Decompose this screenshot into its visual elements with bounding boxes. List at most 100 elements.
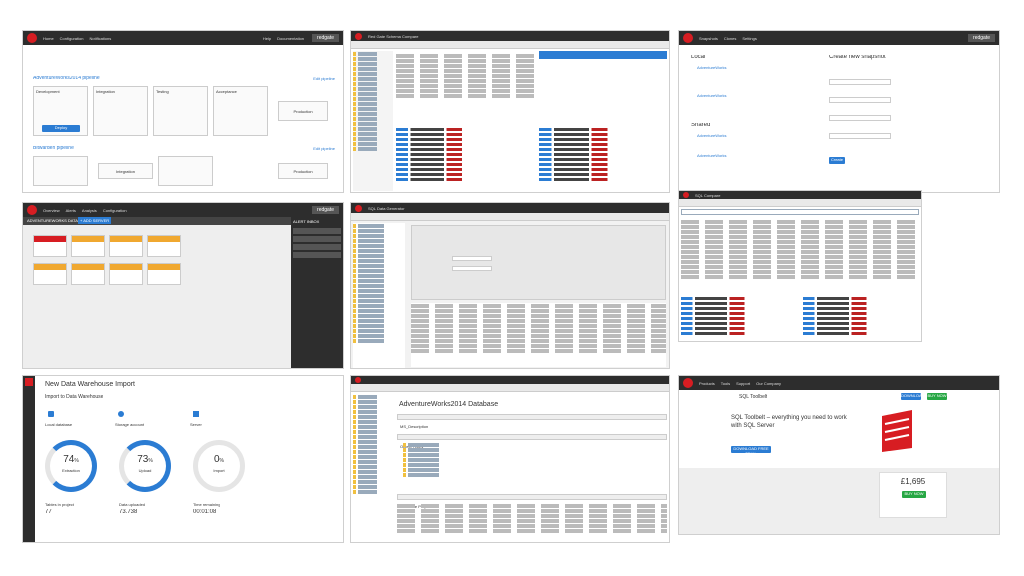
server-card-warning[interactable] bbox=[71, 263, 105, 285]
pipeline1-edit-link[interactable]: Edit pipeline bbox=[313, 76, 335, 81]
pipeline1-stage-acceptance[interactable]: Acceptance bbox=[213, 86, 268, 136]
snapshot-item[interactable]: AdventureWorks bbox=[697, 65, 727, 70]
source-server-select[interactable] bbox=[829, 79, 891, 85]
free-trial-button[interactable]: DOWNLOAD FREE TRIAL bbox=[731, 446, 771, 456]
download-button[interactable]: DOWNLOAD bbox=[901, 393, 925, 400]
section-header[interactable]: Object Types bbox=[397, 434, 667, 449]
tile3-brand: redgate bbox=[968, 34, 995, 42]
snapshot-item[interactable]: AdventureWorks bbox=[697, 93, 727, 98]
deploy-button[interactable]: Deploy bbox=[42, 125, 80, 132]
tile6-filter-input[interactable] bbox=[681, 209, 919, 215]
server-card-warning[interactable] bbox=[33, 263, 67, 285]
pipeline1-stage-integration[interactable]: Integration bbox=[93, 86, 148, 136]
tile9-topbar: Products Tools Support Our Company bbox=[679, 376, 999, 390]
tile1-nav-configuration[interactable]: Configuration bbox=[60, 36, 84, 41]
tile6-script-left bbox=[681, 295, 796, 339]
create-snapshot-button[interactable]: Create bbox=[829, 157, 845, 164]
tile1-docs-link[interactable]: Documentation bbox=[277, 36, 304, 41]
tile4-nav-overview[interactable]: Overview bbox=[43, 208, 60, 213]
database-select[interactable] bbox=[829, 97, 891, 103]
server-card-warning[interactable] bbox=[147, 235, 181, 257]
tagline: SQL Toolbelt – everything you need to wo… bbox=[731, 414, 847, 430]
extraction-value: 74% bbox=[63, 454, 79, 465]
pipeline1-stage-testing[interactable]: Testing bbox=[153, 86, 208, 136]
tile5-title: SQL Data Generator bbox=[368, 205, 405, 211]
redgate-logo-icon bbox=[25, 378, 33, 386]
server-card-warning[interactable] bbox=[109, 235, 143, 257]
stage-label: Production bbox=[293, 169, 313, 174]
pipeline1-title[interactable]: AdventureWorks2014 pipeline bbox=[33, 76, 100, 81]
redgate-logo-icon bbox=[27, 205, 37, 215]
setting-input[interactable] bbox=[452, 266, 492, 271]
alert-item[interactable] bbox=[293, 236, 341, 242]
upload-label: Upload bbox=[138, 468, 152, 473]
section-header[interactable]: MS_Description bbox=[397, 414, 667, 429]
snapshot-item[interactable]: AdventureWorks bbox=[697, 153, 727, 158]
snapshot-item[interactable]: AdventureWorks bbox=[697, 133, 727, 138]
pipeline2-edit-link[interactable]: Edit pipeline bbox=[313, 146, 335, 151]
tile4-nav-configuration[interactable]: Configuration bbox=[103, 208, 127, 213]
setting-input[interactable] bbox=[452, 256, 492, 261]
section-header[interactable]: Database Properties bbox=[397, 494, 667, 509]
destination-select[interactable] bbox=[829, 115, 891, 121]
tile4-filter-bar: ADVENTUREWORKS DATABASES (6) + ADD SERVE… bbox=[23, 217, 293, 225]
step-storage-account: Storage account bbox=[115, 422, 145, 427]
tile2-results-grid[interactable] bbox=[396, 53, 536, 113]
server-card-critical[interactable] bbox=[33, 235, 67, 257]
buy-now-top-button[interactable]: BUY NOW bbox=[927, 393, 947, 400]
tile9-nav-company[interactable]: Our Company bbox=[756, 381, 781, 386]
tile3-topbar: Snapshots Clones Settings redgate bbox=[679, 31, 999, 45]
tile5-preview-grid[interactable] bbox=[411, 303, 666, 367]
tile5-table-list[interactable] bbox=[353, 223, 405, 368]
tile8-titlebar bbox=[351, 376, 669, 384]
tile9-nav-products[interactable]: Products bbox=[699, 381, 715, 386]
tagline-line2: with SQL Server bbox=[731, 423, 775, 429]
tile3-nav-snapshots[interactable]: Snapshots bbox=[699, 36, 718, 41]
pipeline1-stage-production[interactable]: Production bbox=[278, 101, 328, 121]
tile8-doc-tree[interactable] bbox=[353, 394, 393, 542]
tile1-nav-home[interactable]: Home bbox=[43, 36, 54, 41]
tile3-nav-settings[interactable]: Settings bbox=[742, 36, 756, 41]
stage-label: Integration bbox=[96, 89, 115, 94]
add-server-button[interactable]: + ADD SERVER bbox=[78, 217, 112, 224]
tile4-nav-alerts[interactable]: Alerts bbox=[66, 208, 76, 213]
redgate-logo-icon bbox=[683, 192, 689, 198]
local-heading: Local bbox=[691, 55, 706, 60]
import-progress-ring bbox=[193, 440, 245, 492]
tile9-nav-tools[interactable]: Tools bbox=[721, 381, 730, 386]
pipeline2-stage-development[interactable] bbox=[33, 156, 88, 186]
tile1-nav-notifications[interactable]: Notifications bbox=[89, 36, 111, 41]
tile1-help-link[interactable]: Help bbox=[263, 36, 271, 41]
tile5-toolbar bbox=[351, 213, 669, 221]
pipeline2-title[interactable]: Bitwarden pipeline bbox=[33, 146, 74, 151]
uploaded-label: Data uploaded bbox=[119, 502, 146, 507]
tile4-nav-analysis[interactable]: Analysis bbox=[82, 208, 97, 213]
alert-item[interactable] bbox=[293, 252, 341, 258]
buy-now-button[interactable]: BUY NOW bbox=[902, 491, 926, 498]
alert-item[interactable] bbox=[293, 228, 341, 234]
stage-label: Acceptance bbox=[216, 89, 237, 94]
tile-sql-doc: AdventureWorks2014 Database MS_Descripti… bbox=[350, 375, 670, 543]
server-card-warning[interactable] bbox=[109, 263, 143, 285]
snapshot-name-input[interactable] bbox=[829, 133, 891, 139]
tables-value: 77 bbox=[45, 509, 52, 515]
pipeline2-stage-testing[interactable] bbox=[158, 156, 213, 186]
section-label: MS_Description bbox=[400, 424, 429, 429]
pipeline2-stage-production[interactable]: Production bbox=[278, 163, 328, 179]
tile9-nav-support[interactable]: Support bbox=[736, 381, 750, 386]
tile7-subtitle: Import to Data Warehouse bbox=[45, 394, 104, 400]
alert-item[interactable] bbox=[293, 244, 341, 250]
pipeline2-stage-integration[interactable]: Integration bbox=[98, 163, 153, 179]
tile9-pricing-band: £1,695 BUY NOW bbox=[679, 468, 999, 534]
pipeline1-stage-development[interactable]: Development Deploy bbox=[33, 86, 88, 136]
server-card-warning[interactable] bbox=[71, 235, 105, 257]
tagline-line1: SQL Toolbelt – everything you need to wo… bbox=[731, 415, 847, 421]
tile6-comparison-grid[interactable] bbox=[681, 219, 919, 289]
tile3-nav-clones[interactable]: Clones bbox=[724, 36, 736, 41]
tile2-tab-strip[interactable] bbox=[539, 51, 667, 59]
alert-inbox-title: ALERT INBOX bbox=[293, 219, 320, 224]
object-types-list[interactable] bbox=[403, 442, 463, 482]
server-card-warning[interactable] bbox=[147, 263, 181, 285]
properties-table bbox=[397, 503, 667, 541]
tile2-object-tree[interactable] bbox=[353, 51, 393, 191]
